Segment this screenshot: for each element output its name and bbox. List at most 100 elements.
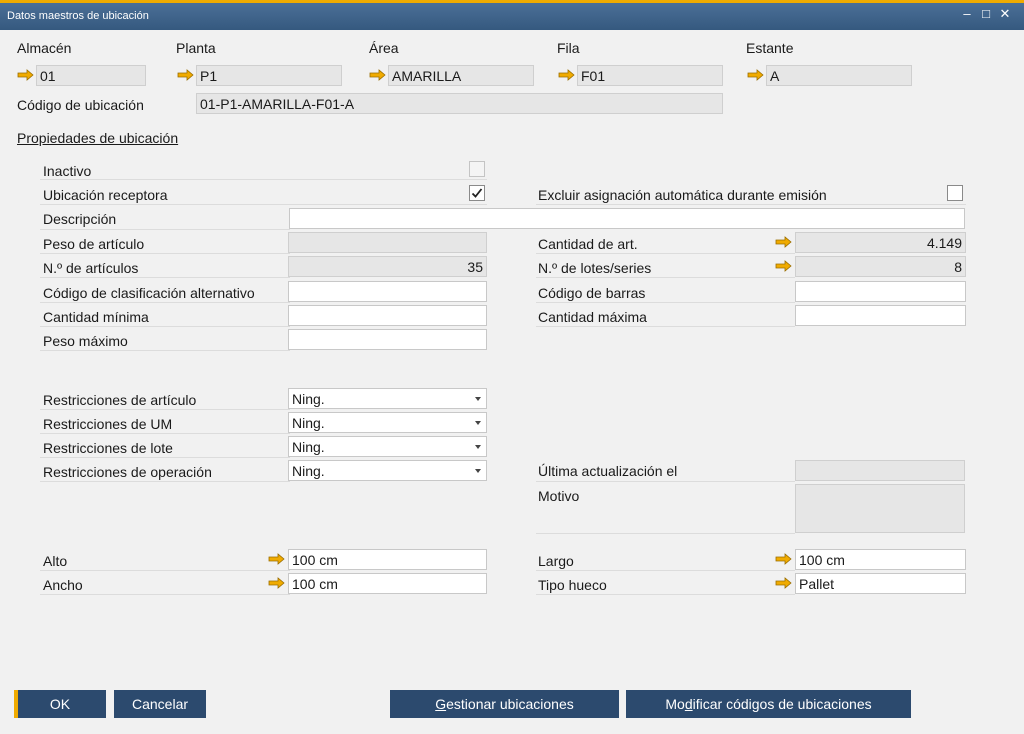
restr-articulo-value: Ning. (292, 391, 325, 407)
cant-maxima-label: Cantidad máxima (538, 309, 647, 325)
row-divider (40, 409, 290, 410)
peso-articulo-label: Peso de artículo (43, 236, 145, 252)
cod-clasif-input[interactable] (288, 281, 487, 302)
modificar-label-end: ificar códigos de ubicaciones (692, 696, 872, 712)
estante-label: Estante (746, 40, 794, 56)
link-arrow-icon[interactable] (268, 577, 285, 589)
row-divider (536, 481, 795, 482)
restr-lote-value: Ning. (292, 439, 325, 455)
dropdown-caret-icon (475, 397, 481, 401)
cant-minima-input[interactable] (288, 305, 487, 326)
planta-label: Planta (176, 40, 216, 56)
link-arrow-icon[interactable] (775, 553, 792, 565)
restr-lote-label: Restricciones de lote (43, 440, 173, 456)
dropdown-caret-icon (475, 469, 481, 473)
restr-operacion-value: Ning. (292, 463, 325, 479)
ultima-actualizacion-label: Última actualización el (538, 463, 678, 479)
window-titlebar: Datos maestros de ubicación – □ ✕ (0, 0, 1024, 30)
excluir-checkbox[interactable] (947, 185, 963, 201)
largo-label: Largo (538, 553, 574, 569)
peso-maximo-label: Peso máximo (43, 333, 128, 349)
link-arrow-icon[interactable] (177, 69, 194, 81)
area-label: Área (369, 40, 399, 56)
row-divider (40, 253, 290, 254)
excluir-label: Excluir asignación automática durante em… (538, 187, 827, 203)
link-arrow-icon[interactable] (747, 69, 764, 81)
motivo-label: Motivo (538, 488, 580, 504)
cancel-button[interactable]: Cancelar (114, 690, 206, 718)
fila-label: Fila (557, 40, 580, 56)
gestionar-ubicaciones-button[interactable]: Gestionar ubicaciones (390, 690, 619, 718)
num-lotes-field: 8 (795, 256, 966, 277)
link-arrow-icon[interactable] (17, 69, 34, 81)
row-divider (40, 457, 290, 458)
row-divider (536, 326, 795, 327)
restr-um-value: Ning. (292, 415, 325, 431)
tipo-hueco-input[interactable]: Pallet (795, 573, 966, 594)
link-arrow-icon[interactable] (369, 69, 386, 81)
cancel-button-label: Cancelar (131, 696, 189, 712)
row-divider (40, 229, 290, 230)
restr-articulo-select[interactable]: Ning. (288, 388, 487, 409)
maximize-icon[interactable]: □ (977, 5, 995, 23)
row-divider (536, 570, 795, 571)
peso-maximo-input[interactable] (288, 329, 487, 350)
restr-operacion-label: Restricciones de operación (43, 464, 212, 480)
receptora-checkbox[interactable] (469, 185, 485, 201)
link-arrow-icon[interactable] (558, 69, 575, 81)
alto-label: Alto (43, 553, 68, 569)
receptora-label: Ubicación receptora (43, 187, 168, 203)
row-divider (536, 204, 966, 205)
row-divider (40, 277, 290, 278)
modificar-mnemonic: d (684, 696, 693, 712)
restr-um-select[interactable]: Ning. (288, 412, 487, 433)
cantidad-art-field: 4.149 (795, 232, 966, 253)
alto-input[interactable]: 100 cm (288, 549, 487, 570)
fila-field: F01 (577, 65, 723, 86)
peso-articulo-field (288, 232, 487, 253)
motivo-field (795, 484, 965, 533)
ok-button-label: OK (49, 696, 71, 712)
dropdown-caret-icon (475, 421, 481, 425)
dropdown-caret-icon (475, 445, 481, 449)
default-button-accent (14, 690, 18, 718)
inactivo-checkbox (469, 161, 485, 177)
close-icon[interactable]: ✕ (996, 5, 1014, 23)
restr-operacion-select[interactable]: Ning. (288, 460, 487, 481)
modificar-codigos-button[interactable]: Modificar códigos de ubicaciones (626, 690, 911, 718)
gestionar-mnemonic: G (435, 696, 447, 712)
row-divider (40, 302, 290, 303)
codigo-ubicacion-label: Código de ubicación (17, 97, 144, 113)
cant-maxima-input[interactable] (795, 305, 966, 326)
ok-button[interactable]: OK (14, 690, 106, 718)
section-title: Propiedades de ubicación (17, 130, 179, 146)
row-divider (40, 594, 290, 595)
restr-articulo-label: Restricciones de artículo (43, 392, 197, 408)
largo-input[interactable]: 100 cm (795, 549, 966, 570)
row-divider (536, 594, 795, 595)
area-field: AMARILLA (388, 65, 534, 86)
row-divider (40, 350, 290, 351)
checkmark-icon (471, 188, 483, 198)
row-divider (40, 481, 290, 482)
tipo-hueco-label: Tipo hueco (538, 577, 607, 593)
cod-barras-input[interactable] (795, 281, 966, 302)
minimize-icon[interactable]: – (958, 5, 976, 23)
ultima-actualizacion-field (795, 460, 965, 481)
inactivo-label: Inactivo (43, 163, 92, 179)
window-title: Datos maestros de ubicación (7, 10, 149, 22)
gestionar-label: estionar ubicaciones (446, 696, 574, 712)
modificar-label-start: Mo (665, 696, 685, 712)
codigo-ubicacion-field: 01-P1-AMARILLA-F01-A (196, 93, 723, 114)
link-arrow-icon[interactable] (268, 553, 285, 565)
num-articulos-label: N.º de artículos (43, 260, 139, 276)
link-arrow-icon[interactable] (775, 260, 792, 272)
descripcion-input[interactable] (289, 208, 965, 229)
cantidad-art-label: Cantidad de art. (538, 236, 638, 252)
link-arrow-icon[interactable] (775, 236, 792, 248)
ancho-input[interactable]: 100 cm (288, 573, 487, 594)
row-divider (40, 179, 487, 180)
link-arrow-icon[interactable] (775, 577, 792, 589)
restr-lote-select[interactable]: Ning. (288, 436, 487, 457)
cod-clasif-label: Código de clasificación alternativo (43, 285, 255, 301)
